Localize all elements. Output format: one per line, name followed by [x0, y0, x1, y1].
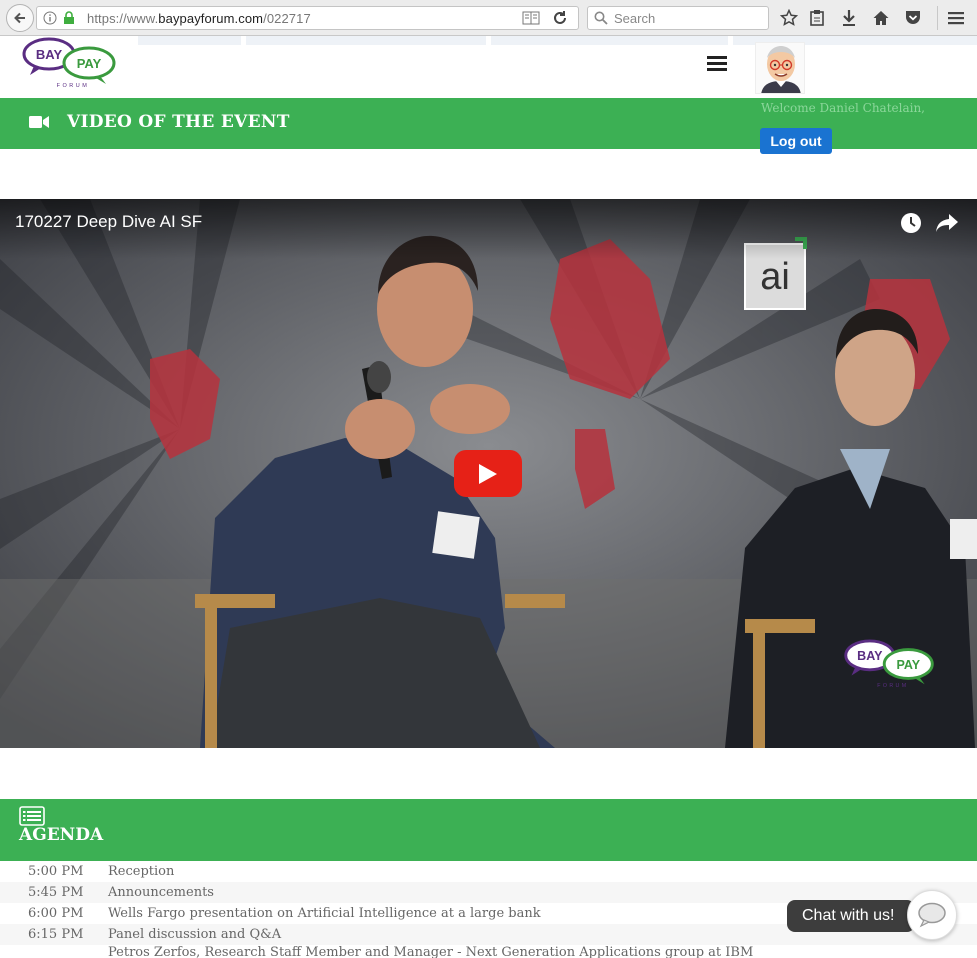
site-header: BAY PAY FORUM	[0, 36, 977, 98]
lock-icon	[64, 11, 74, 24]
home-icon[interactable]	[871, 8, 891, 28]
share-icon[interactable]	[935, 212, 959, 234]
search-icon	[594, 11, 608, 25]
agenda-description: Panel discussion and Q&A	[108, 927, 282, 942]
agenda-description: Petros Zerfos, Research Staff Member and…	[108, 945, 754, 958]
toolbar-separator	[937, 6, 938, 30]
watch-later-icon[interactable]	[899, 211, 923, 235]
agenda-description: Announcements	[108, 885, 214, 900]
search-placeholder: Search	[614, 11, 656, 26]
browser-toolbar: https://www.baypayforum.com/022717 Searc…	[0, 0, 977, 36]
agenda-time: 5:00 PM	[28, 864, 84, 879]
agenda-item: Petros Zerfos, Research Staff Member and…	[0, 945, 977, 958]
list-icon	[19, 806, 45, 826]
reload-icon[interactable]	[552, 10, 568, 26]
agenda-time: 6:15 PM	[28, 927, 84, 942]
baypay-logo[interactable]: BAY PAY FORUM	[22, 37, 118, 89]
agenda-title: AGENDA	[19, 825, 104, 845]
faded-nav-tab	[491, 36, 728, 45]
agenda-description: Wells Fargo presentation on Artificial I…	[108, 906, 541, 921]
download-icon[interactable]	[839, 8, 859, 28]
svg-text:ai: ai	[760, 256, 790, 298]
chat-button[interactable]	[907, 890, 957, 940]
menu-icon[interactable]	[946, 8, 966, 28]
video-section-title: VIDEO OF THE EVENT	[67, 112, 290, 132]
video-camera-icon	[29, 116, 49, 128]
svg-text:PAY: PAY	[77, 56, 102, 71]
agenda-item: 5:00 PM Reception	[0, 861, 977, 882]
play-icon	[479, 463, 497, 484]
info-icon[interactable]	[43, 11, 57, 25]
video-player[interactable]: ai 170227 Deep Dive AI SF BAY PAY FORUM	[0, 199, 977, 748]
agenda-section-header: AGENDA	[0, 799, 977, 861]
video-title[interactable]: 170227 Deep Dive AI SF	[15, 212, 202, 232]
agenda-time: 6:00 PM	[28, 906, 84, 921]
faded-nav-tab	[138, 36, 241, 45]
svg-text:BAY: BAY	[857, 649, 883, 663]
welcome-text: Welcome Daniel Chatelain,	[761, 101, 925, 115]
back-button[interactable]	[6, 4, 34, 32]
agenda-time: 5:45 PM	[28, 885, 84, 900]
avatar[interactable]	[755, 42, 805, 94]
play-button[interactable]	[454, 450, 522, 497]
faded-nav-tab	[246, 36, 486, 45]
agenda-description: Reception	[108, 864, 175, 879]
svg-text:FORUM: FORUM	[877, 683, 908, 689]
svg-text:BAY: BAY	[36, 47, 63, 62]
pocket-icon[interactable]	[903, 8, 923, 28]
baypay-watermark-logo: BAY PAY FORUM	[844, 639, 934, 689]
svg-text:PAY: PAY	[896, 658, 920, 672]
clipboard-icon[interactable]	[807, 8, 827, 28]
bookmark-star-icon[interactable]	[779, 8, 799, 28]
url-text: https://www.baypayforum.com/022717	[87, 11, 311, 26]
reader-view-icon[interactable]	[522, 11, 540, 25]
logout-button[interactable]: Log out	[760, 128, 832, 154]
address-bar[interactable]: https://www.baypayforum.com/022717	[36, 6, 579, 30]
chat-bubble-icon	[918, 902, 946, 928]
svg-text:FORUM: FORUM	[57, 83, 90, 89]
chat-label[interactable]: Chat with us!	[787, 900, 915, 932]
site-menu-icon[interactable]	[707, 56, 727, 74]
search-bar[interactable]: Search	[587, 6, 769, 30]
arrow-left-icon	[14, 12, 25, 24]
